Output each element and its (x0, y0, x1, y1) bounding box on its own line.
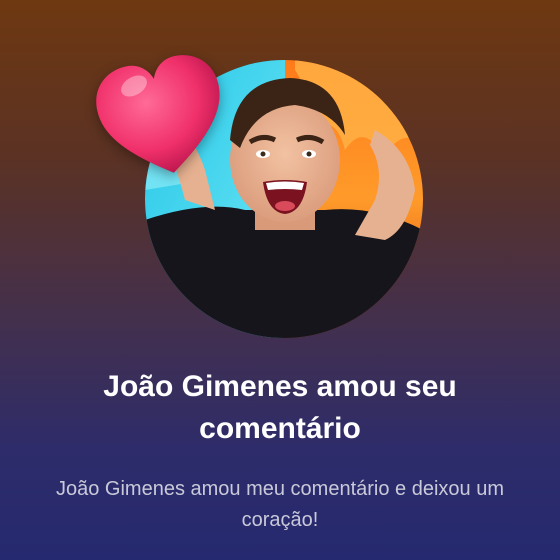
notification-card: João Gimenes amou seu comentário João Gi… (0, 0, 560, 560)
heart-icon (96, 55, 220, 173)
notification-message: João Gimenes amou meu comentário e deixo… (55, 478, 504, 531)
notification-title: João Gimenes amou seu comentário (103, 370, 457, 445)
